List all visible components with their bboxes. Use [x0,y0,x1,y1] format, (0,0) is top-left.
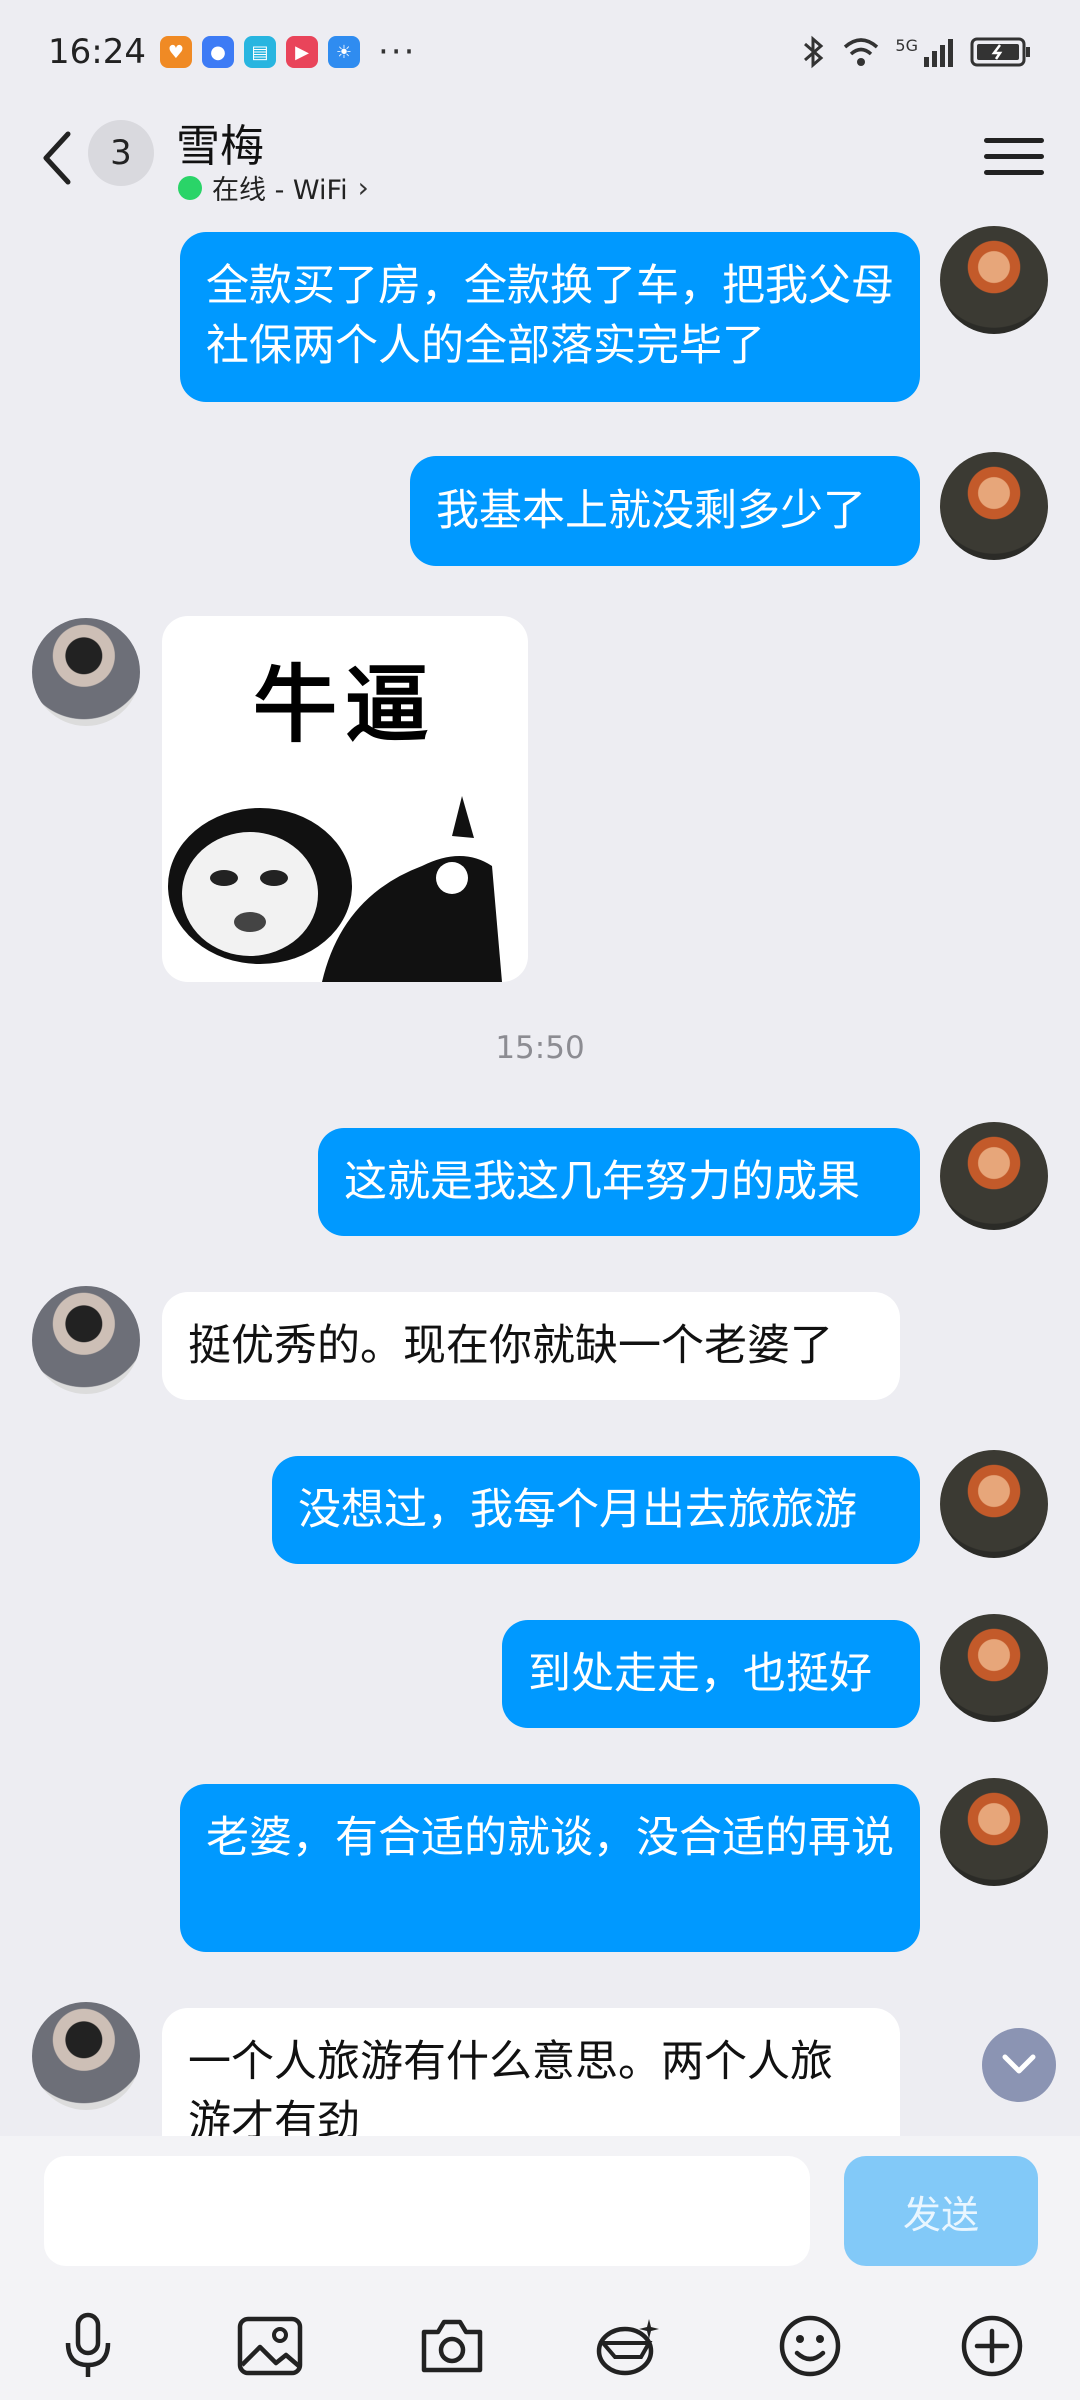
message-bubble[interactable]: 一个人旅游有什么意思。两个人旅游才有劲 [162,2008,900,2136]
app-weather-icon: ☀ [327,36,360,68]
app-browser-icon: ● [201,36,234,68]
network-type: 5G [895,35,918,55]
status-time: 16:24 [48,32,146,72]
chevron-left-icon [43,131,71,185]
online-dot-icon [178,175,202,200]
sticker-image[interactable]: 牛逼 [162,616,528,982]
online-status[interactable]: 在线 - WiFi › [178,168,369,207]
chevron-down-icon [1002,2054,1036,2074]
message-bubble[interactable]: 我基本上就没剩多少了 [410,456,920,566]
emoji-button[interactable] [770,2306,850,2386]
message-text: 这就是我这几年努力的成果 [344,1157,860,1207]
input-toolbar [0,2296,1080,2396]
notification-icons: ♥ ● ▤ ▶ ☀ ··· [159,32,417,72]
chat-header: 3 雪梅 在线 - WiFi › [0,104,1080,220]
more-notifications-icon: ··· [377,32,417,72]
contact-avatar[interactable] [32,618,140,726]
wifi-icon [844,38,879,66]
send-button[interactable]: 发送 [844,2156,1038,2266]
menu-icon-line [984,153,1044,159]
message-bubble[interactable]: 到处走走，也挺好 [502,1620,920,1728]
my-avatar[interactable] [940,1614,1048,1722]
menu-button[interactable] [984,126,1044,186]
battery-icon [970,37,1030,67]
sticker-button[interactable] [588,2306,668,2386]
more-actions-button[interactable] [952,2306,1032,2386]
contact-avatar[interactable] [32,2002,140,2110]
my-avatar[interactable] [940,226,1048,334]
my-avatar[interactable] [940,1122,1048,1230]
my-avatar[interactable] [940,1778,1048,1886]
message-text: 全款买了房，全款换了车，把我父母社保两个人的全部落实完毕了 [206,261,894,371]
voice-button[interactable] [48,2306,128,2386]
message-text: 到处走走，也挺好 [528,1649,872,1699]
app-book-icon: ▤ [243,36,276,68]
menu-icon-line [984,169,1044,175]
scroll-to-bottom-button[interactable] [982,2028,1056,2102]
signal-icon [924,39,953,67]
message-text: 老婆，有合适的就谈，没合适的再说 [206,1813,894,1863]
camera-icon [421,2319,483,2373]
message-timestamp: 15:50 [495,1030,585,1066]
message-bubble[interactable]: 这就是我这几年努力的成果 [318,1128,920,1236]
contact-name[interactable]: 雪梅 [176,110,264,174]
sticker-icon [596,2319,659,2376]
image-icon [237,2316,303,2376]
unread-count-badge[interactable]: 3 [88,120,154,186]
microphone-icon [65,2312,111,2377]
chat-screen: 16:24 ♥ ● ▤ ▶ ☀ ··· 5G 3 雪梅 在线 - WiFi › [0,0,1080,2400]
bluetooth-icon [804,35,824,69]
system-icons: 5G [799,34,1032,70]
panda-meme-icon [168,796,502,982]
camera-button[interactable] [412,2306,492,2386]
message-text: 没想过，我每个月出去旅旅游 [298,1485,857,1535]
back-button[interactable] [30,118,86,198]
app-heart-icon: ♥ [159,36,192,68]
my-avatar[interactable] [940,1450,1048,1558]
message-list[interactable]: 全款买了房，全款换了车，把我父母社保两个人的全部落实完毕了 我基本上就没剩多少了… [0,220,1080,2136]
emoji-icon [779,2315,841,2377]
message-bubble[interactable]: 挺优秀的。现在你就缺一个老婆了 [162,1292,900,1400]
menu-icon-line [984,137,1044,143]
plus-icon [961,2315,1023,2377]
status-bar: 16:24 ♥ ● ▤ ▶ ☀ ··· 5G [0,0,1080,104]
message-bubble[interactable]: 老婆，有合适的就谈，没合适的再说 [180,1784,920,1952]
input-bar: 发送 [0,2136,1080,2400]
contact-avatar[interactable] [32,1286,140,1394]
online-status-text: 在线 - WiFi [212,175,348,206]
message-bubble[interactable]: 没想过，我每个月出去旅旅游 [272,1456,920,1564]
message-bubble[interactable]: 全款买了房，全款换了车，把我父母社保两个人的全部落实完毕了 [180,232,920,402]
my-avatar[interactable] [940,452,1048,560]
message-text: 挺优秀的。现在你就缺一个老婆了 [188,1321,833,1371]
message-text: 我基本上就没剩多少了 [436,486,866,536]
app-video-icon: ▶ [285,36,318,68]
message-input[interactable] [44,2156,810,2266]
photo-button[interactable] [230,2306,310,2386]
chevron-right-icon: › [357,171,369,204]
message-text: 一个人旅游有什么意思。两个人旅游才有劲 [188,2037,833,2136]
